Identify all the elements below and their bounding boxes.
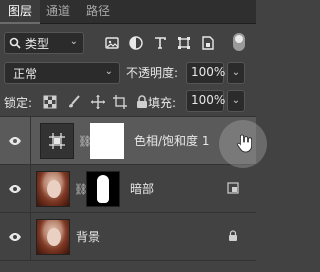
search-icon <box>9 37 21 49</box>
opacity-value: 100% <box>191 65 226 79</box>
chain-link-icon[interactable]: ⛓ <box>74 183 88 197</box>
toggle-knob <box>235 35 243 43</box>
layer-name[interactable]: 色相/饱和度 1 <box>134 132 210 149</box>
layer-name[interactable]: 暗部 <box>130 180 154 197</box>
fill-label: 填充: <box>148 96 177 110</box>
chevron-down-icon: ⌄ <box>104 66 113 77</box>
chevron-down-icon: ⌄ <box>69 36 78 47</box>
lock-position-move-icon[interactable] <box>90 94 106 110</box>
layer-name[interactable]: 背景 <box>76 228 100 245</box>
lock-icon <box>226 229 240 243</box>
hand-cursor-icon <box>236 133 254 153</box>
tab-paths[interactable]: 路径 <box>80 0 116 24</box>
visibility-eye-icon[interactable] <box>8 134 22 148</box>
panel-tabs: 图层 通道 路径 <box>0 0 256 24</box>
fill-value: 100% <box>191 93 226 107</box>
visibility-eye-icon[interactable] <box>8 182 22 196</box>
filter-type-label: 类型 <box>25 37 50 51</box>
layer-filter-select[interactable]: 类型 ⌄ <box>4 32 84 54</box>
lock-artboard-icon[interactable] <box>112 94 128 110</box>
white-mask <box>92 125 122 157</box>
type-filter-icon[interactable] <box>152 35 168 51</box>
fill-dropdown-button[interactable]: ⌄ <box>227 90 245 112</box>
chain-link-icon[interactable]: ⛓ <box>78 135 92 149</box>
chevron-down-icon: ⌄ <box>231 95 241 106</box>
lock-image-pixels-brush-icon[interactable] <box>66 94 82 110</box>
tab-layers[interactable]: 图层 <box>0 0 40 24</box>
portrait-image <box>37 172 69 206</box>
filter-toggle[interactable] <box>233 33 245 51</box>
column-separator <box>30 165 31 213</box>
layer-mask-thumbnail[interactable] <box>90 123 124 159</box>
portrait-image <box>37 220 69 254</box>
portrait-thumbnail[interactable] <box>36 219 70 255</box>
adjustment-layer-thumbnail[interactable] <box>40 123 74 159</box>
smart-object-badge-icon <box>226 181 240 195</box>
column-separator <box>30 117 31 165</box>
adjustment-filter-icon[interactable] <box>128 35 144 51</box>
shape-filter-icon[interactable] <box>176 35 192 51</box>
layer-mask-thumbnail[interactable] <box>86 171 120 207</box>
lock-label: 锁定: <box>4 96 33 110</box>
opacity-input[interactable]: 100% <box>186 62 226 84</box>
image-filter-icon[interactable] <box>104 35 120 51</box>
tab-channels[interactable]: 通道 <box>40 0 76 24</box>
black-white-mask <box>87 172 119 206</box>
opacity-label: 不透明度: <box>126 66 179 80</box>
smart-object-filter-icon[interactable] <box>200 35 216 51</box>
portrait-thumbnail[interactable] <box>36 171 70 207</box>
layer-row-hue-saturation[interactable]: ⛓ 色相/饱和度 1 <box>0 117 256 165</box>
lock-transparent-pixels-icon[interactable] <box>42 94 58 110</box>
fill-input[interactable]: 100% <box>186 90 226 112</box>
layer-row-background[interactable]: 背景 <box>0 213 256 261</box>
visibility-eye-icon[interactable] <box>8 230 22 244</box>
chevron-down-icon: ⌄ <box>231 67 241 78</box>
hue-saturation-adjustment-icon <box>41 124 73 158</box>
blend-mode-select[interactable]: 正常 ⌄ <box>4 62 120 84</box>
blend-mode-value: 正常 <box>13 67 38 81</box>
column-separator <box>30 213 31 261</box>
opacity-dropdown-button[interactable]: ⌄ <box>227 62 245 84</box>
layer-row-shadows[interactable]: ⛓ 暗部 <box>0 165 256 213</box>
